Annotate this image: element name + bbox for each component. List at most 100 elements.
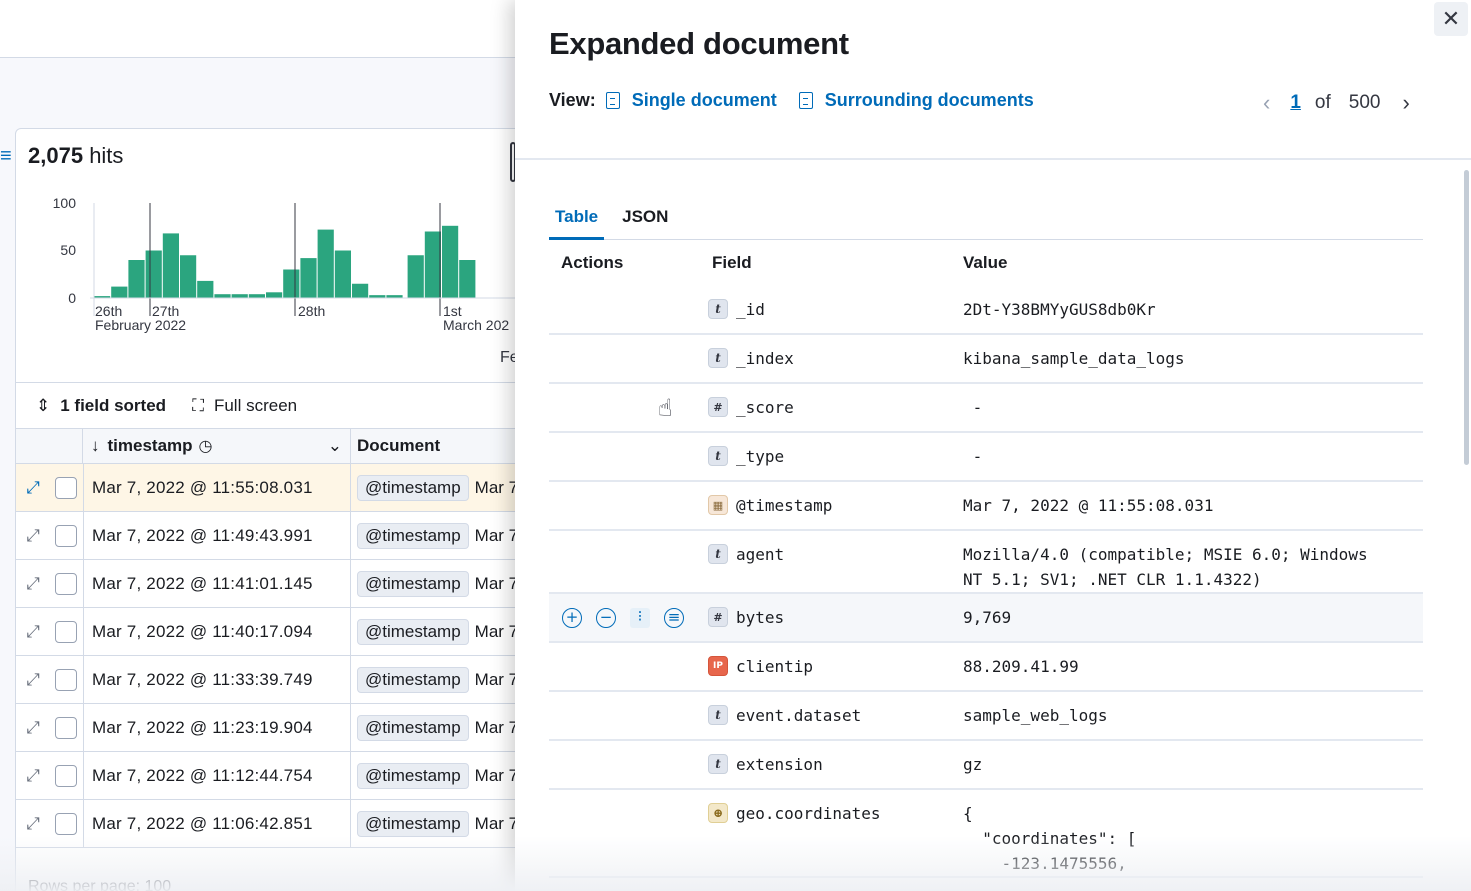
current-page[interactable]: 1 — [1290, 92, 1301, 114]
row-checkbox[interactable] — [55, 524, 77, 547]
row-checkbox[interactable] — [55, 572, 77, 595]
histogram-bar[interactable] — [352, 283, 369, 298]
y-tick-label: 0 — [68, 290, 76, 306]
histogram-bar[interactable] — [231, 294, 248, 298]
row-actions — [549, 446, 700, 468]
expand-row-icon[interactable]: ⤢ — [16, 478, 50, 498]
row-checkbox[interactable] — [55, 764, 77, 787]
row-actions: + − ⁝ ≡ — [549, 607, 700, 629]
rows-per-page[interactable]: Rows per page: 100 — [28, 878, 171, 891]
table-row[interactable]: ⤢ Mar 7, 2022 @ 11:12:44.754 @timestamp Mar… — [16, 752, 526, 800]
total-pages: 500 — [1348, 92, 1381, 113]
histogram-bar[interactable] — [283, 269, 300, 299]
timestamp-column-header[interactable]: ↓ timestamp ◷ ⌄ — [83, 429, 351, 463]
number-type-icon: # — [708, 607, 728, 627]
row-actions — [549, 803, 700, 825]
row-checkbox[interactable] — [55, 812, 77, 835]
histogram-bar[interactable] — [334, 250, 351, 299]
expand-row-icon[interactable]: ⤢ — [16, 718, 50, 738]
row-actions — [549, 299, 700, 321]
close-icon: ✕ — [1441, 6, 1461, 31]
row-checkbox[interactable] — [55, 620, 77, 643]
close-button[interactable]: ✕ — [1434, 2, 1468, 36]
table-row[interactable]: ⤢ Mar 7, 2022 @ 11:55:08.031 @timestamp Mar… — [16, 464, 526, 512]
expand-row-icon[interactable]: ⤢ — [16, 526, 50, 546]
document-cell: @timestamp Mar 7 — [351, 762, 518, 789]
surrounding-documents-link[interactable]: Surrounding documents — [798, 90, 1034, 111]
previous-page-icon[interactable]: ‹ — [1263, 90, 1270, 116]
fullscreen-button[interactable]: ⛶ Full screen — [192, 396, 297, 416]
tab-table[interactable]: Table — [549, 200, 605, 240]
field-name-cell: t agent — [700, 544, 963, 564]
table-row[interactable]: ⤢ Mar 7, 2022 @ 11:23:19.904 @timestamp Mar… — [16, 704, 526, 752]
sidebar-toggle-icon[interactable]: ≡ — [0, 145, 12, 168]
histogram-bar[interactable] — [266, 292, 283, 298]
toggle-column-icon[interactable]: ⁝ — [630, 608, 650, 628]
row-actions — [549, 705, 700, 727]
hits-count: 2,075 hits — [28, 143, 124, 168]
histogram-bar[interactable] — [442, 225, 459, 298]
document-field-row[interactable]: + − ⁝ ≡ # bytes 9,769 — [549, 594, 1423, 643]
table-row[interactable]: ⤢ Mar 7, 2022 @ 11:49:43.991 @timestamp Mar… — [16, 512, 526, 560]
table-row[interactable]: ⤢ Mar 7, 2022 @ 11:41:01.145 @timestamp Mar… — [16, 560, 526, 608]
field-value-cell: sample_web_logs — [963, 706, 1108, 725]
document-field-row[interactable]: t extension gz — [549, 741, 1423, 790]
chevron-down-icon[interactable]: ⌄ — [328, 436, 342, 456]
filter-for-value-icon[interactable]: + — [562, 608, 582, 628]
histogram-bar[interactable] — [145, 250, 162, 299]
filter-out-value-icon[interactable]: − — [596, 608, 616, 628]
document-field-row[interactable]: IP clientip 88.209.41.99 — [549, 643, 1423, 692]
expand-row-icon[interactable]: ⤢ — [16, 766, 50, 786]
histogram-bar[interactable] — [407, 255, 424, 298]
document-field-row[interactable]: ▦ @timestamp Mar 7, 2022 @ 11:55:08.031 — [549, 482, 1423, 531]
document-field-row[interactable]: t event.dataset sample_web_logs — [549, 692, 1423, 741]
filter-for-field-present-icon[interactable]: ≡ — [664, 608, 684, 628]
document-field-row[interactable]: ⊕ geo.coordinates{ "coordinates": [ -123.… — [549, 790, 1423, 878]
histogram-bar[interactable] — [300, 258, 317, 298]
histogram-bar[interactable] — [162, 233, 179, 298]
document-table: Actions Field Value t _id 2Dt-Y38BMYyGUS8d… — [549, 240, 1423, 878]
discover-app: ≡ 2,075 hits 100 50 0 26th February 2022 27t… — [0, 0, 1471, 891]
next-page-icon[interactable]: › — [1402, 90, 1409, 116]
field-value-cell: kibana_sample_data_logs — [963, 349, 1185, 368]
expand-row-icon[interactable]: ⤢ — [16, 814, 50, 834]
histogram-bar[interactable] — [459, 260, 476, 298]
table-row[interactable]: ⤢ Mar 7, 2022 @ 11:33:39.749 @timestamp Mar… — [16, 656, 526, 704]
sort-button[interactable]: ⇕ 1 field sorted — [36, 396, 166, 416]
divider — [515, 158, 1471, 160]
histogram-bar[interactable] — [111, 286, 128, 298]
document-field-row[interactable]: t _type - — [549, 433, 1423, 482]
field-name-cell: ⊕ geo.coordinates — [700, 803, 963, 823]
expand-row-icon[interactable]: ⤢ — [16, 622, 50, 642]
row-checkbox[interactable] — [55, 716, 77, 739]
field-pill: @timestamp — [357, 618, 469, 645]
timestamp-cell: Mar 7, 2022 @ 11:06:42.851 — [83, 800, 351, 847]
field-name-cell: t extension — [700, 754, 963, 774]
document-field-row[interactable]: t _id 2Dt-Y38BMYyGUS8db0Kr — [549, 286, 1423, 335]
sort-desc-icon: ↓ — [91, 436, 100, 455]
histogram-bar[interactable] — [424, 231, 441, 299]
expand-row-icon[interactable]: ⤢ — [16, 574, 50, 594]
table-row[interactable]: ⤢ Mar 7, 2022 @ 11:06:42.851 @timestamp Mar… — [16, 800, 526, 848]
histogram-bar[interactable] — [180, 255, 197, 298]
document-grid: ↓ timestamp ◷ ⌄ Document ⤢ Mar 7, 2022 @ … — [16, 428, 526, 848]
table-row[interactable]: ⤢ Mar 7, 2022 @ 11:40:17.094 @timestamp Mar… — [16, 608, 526, 656]
document-field-row[interactable]: t _index kibana_sample_data_logs — [549, 335, 1423, 384]
histogram-bar[interactable] — [248, 294, 265, 298]
expand-row-icon[interactable]: ⤢ — [16, 670, 50, 690]
row-checkbox[interactable] — [55, 668, 77, 691]
field-value-cell: gz — [963, 755, 983, 774]
tab-json[interactable]: JSON — [616, 200, 674, 240]
histogram-bar[interactable] — [214, 294, 231, 298]
histogram-bar[interactable] — [317, 229, 334, 298]
row-checkbox[interactable] — [55, 476, 77, 499]
single-document-link[interactable]: Single document — [605, 90, 777, 111]
scrollbar[interactable] — [1464, 170, 1469, 465]
document-field-row[interactable]: # _score - — [549, 384, 1423, 433]
document-field-row[interactable]: t agent Mozilla/4.0 (compatible; MSIE 6.0;… — [549, 531, 1423, 594]
timestamp-cell: Mar 7, 2022 @ 11:23:19.904 — [83, 704, 351, 751]
document-column-header[interactable]: Document — [351, 436, 440, 456]
histogram-bar[interactable] — [197, 280, 214, 298]
histogram-bar[interactable] — [128, 260, 145, 298]
y-tick-label: 50 — [60, 242, 76, 258]
